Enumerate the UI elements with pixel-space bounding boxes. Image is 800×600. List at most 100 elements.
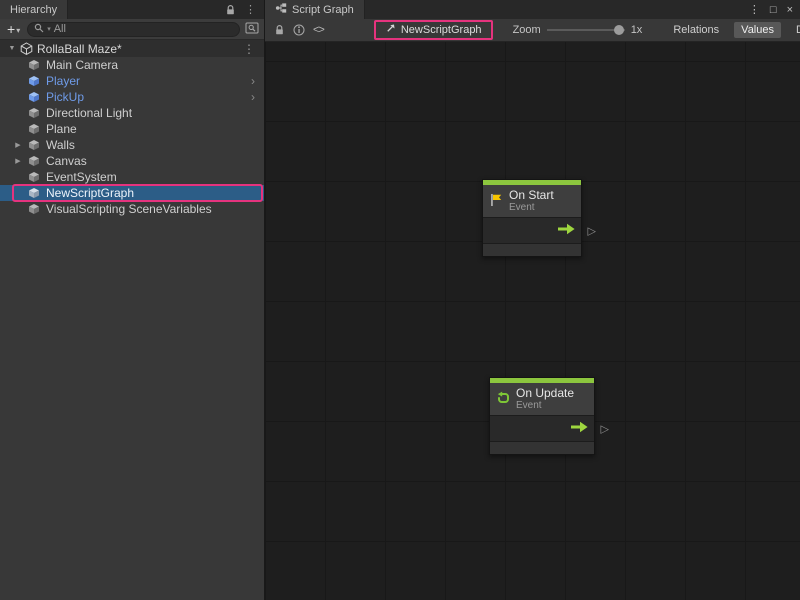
item-label: Player (46, 74, 80, 88)
node-header: On Update Event (490, 383, 594, 416)
node-title: On Update (516, 387, 574, 400)
item-label: Plane (46, 122, 77, 136)
port-triangle-icon[interactable]: ▷ (588, 224, 596, 237)
scene-name: RollaBall Maze* (37, 42, 122, 56)
item-label: EventSystem (46, 170, 117, 184)
hierarchy-item-newscriptgraph[interactable]: NewScriptGraph (0, 185, 264, 201)
gameobject-icon (28, 59, 41, 72)
code-icon[interactable]: <> (313, 24, 324, 36)
zoom-label: Zoom (513, 24, 541, 36)
hierarchy-item-main-camera[interactable]: Main Camera (0, 57, 264, 73)
chevron-right-icon[interactable]: › (251, 92, 255, 102)
item-label: VisualScripting SceneVariables (46, 202, 212, 216)
tab-hierarchy-label: Hierarchy (10, 4, 57, 16)
hierarchy-item-directional-light[interactable]: Directional Light (0, 105, 264, 121)
kebab-menu-icon[interactable]: ⋮ (245, 3, 256, 16)
node-footer (490, 442, 594, 454)
gameobject-icon (28, 139, 41, 152)
hierarchy-item-player[interactable]: Player › (0, 73, 264, 89)
hierarchy-search-input[interactable]: ▾ All (27, 22, 240, 37)
lock-icon[interactable] (274, 24, 285, 36)
window-controls: ⋮ □ × (749, 0, 800, 19)
gameobject-icon (28, 187, 41, 200)
scene-header-row[interactable]: ▼ RollaBall Maze* ⋮ (0, 40, 264, 57)
plus-icon: + (7, 22, 15, 36)
zoom-slider[interactable] (547, 29, 625, 31)
hierarchy-item-walls[interactable]: ▶ Walls (0, 137, 264, 153)
node-on-start[interactable]: On Start Event ▷ (482, 179, 582, 257)
update-loop-icon (496, 391, 510, 408)
gameobject-icon (28, 155, 41, 168)
values-button[interactable]: Values (734, 22, 781, 38)
gameobject-icon (28, 171, 41, 184)
item-label: PickUp (46, 90, 84, 104)
flag-icon (489, 193, 503, 210)
item-label: Main Camera (46, 58, 118, 72)
search-icon (34, 23, 44, 36)
item-label: Directional Light (46, 106, 132, 120)
tab-hierarchy[interactable]: Hierarchy (0, 0, 68, 19)
node-header: On Start Event (483, 185, 581, 218)
hierarchy-tree: Main Camera Player › PickUp › Directiona… (0, 57, 264, 600)
graph-asset-icon (385, 23, 396, 37)
hierarchy-tabbar: Hierarchy ⋮ (0, 0, 264, 19)
zoom-slider-thumb[interactable] (614, 25, 624, 35)
search-filter-caret-icon: ▾ (47, 25, 51, 33)
script-graph-tabbar: Script Graph ⋮ □ × (265, 0, 800, 19)
hierarchy-item-eventsystem[interactable]: EventSystem (0, 169, 264, 185)
prefab-icon (28, 75, 41, 88)
search-window-icon[interactable] (245, 22, 259, 37)
relations-button[interactable]: Relations (666, 22, 726, 38)
graph-canvas[interactable]: On Start Event ▷ (265, 42, 800, 600)
item-label: Walls (46, 138, 75, 152)
hierarchy-item-plane[interactable]: Plane (0, 121, 264, 137)
info-icon[interactable] (293, 24, 305, 36)
gameobject-icon (28, 107, 41, 120)
node-title: On Start (509, 189, 554, 202)
close-icon[interactable]: × (787, 4, 793, 16)
node-footer (483, 244, 581, 256)
gameobject-icon (28, 203, 41, 216)
hierarchy-toolbar: + ▾ ▾ All (0, 19, 264, 40)
hierarchy-item-pickup[interactable]: PickUp › (0, 89, 264, 105)
fold-closed-icon[interactable]: ▶ (14, 157, 22, 165)
hierarchy-item-visualscripting-scenevariables[interactable]: VisualScripting SceneVariables (0, 201, 264, 217)
item-label: Canvas (46, 154, 87, 168)
item-label: NewScriptGraph (46, 186, 134, 200)
zoom-control: Zoom 1x (513, 24, 643, 36)
hierarchy-item-canvas[interactable]: ▶ Canvas (0, 153, 264, 169)
flow-arrow-icon[interactable] (570, 421, 589, 436)
hierarchy-panel: Hierarchy ⋮ + ▾ ▾ All (0, 0, 265, 600)
fold-open-icon[interactable]: ▼ (8, 45, 16, 52)
node-on-update[interactable]: On Update Event ▷ (489, 377, 595, 455)
scene-kebab-icon[interactable]: ⋮ (243, 42, 255, 56)
script-graph-panel: Script Graph ⋮ □ × <> NewScriptGraph (265, 0, 800, 600)
tab-script-graph-label: Script Graph (292, 4, 354, 16)
node-output-port-row[interactable]: ▷ (483, 218, 581, 244)
zoom-value: 1x (631, 24, 643, 36)
chevron-right-icon[interactable]: › (251, 76, 255, 86)
search-value: All (54, 23, 66, 35)
unity-scene-icon (20, 42, 33, 55)
kebab-menu-icon[interactable]: ⋮ (749, 3, 760, 16)
dim-button[interactable]: Di (789, 22, 800, 38)
fold-closed-icon[interactable]: ▶ (14, 141, 22, 149)
node-output-port-row[interactable]: ▷ (490, 416, 594, 442)
node-subtitle: Event (509, 202, 554, 213)
graph-toolbar: <> NewScriptGraph Zoom 1x Relations Valu… (265, 19, 800, 42)
script-graph-icon (275, 2, 287, 17)
graph-name-box[interactable]: NewScriptGraph (374, 20, 493, 40)
gameobject-icon (28, 123, 41, 136)
tab-script-graph[interactable]: Script Graph (265, 0, 365, 19)
prefab-icon (28, 91, 41, 104)
node-subtitle: Event (516, 400, 574, 411)
caret-down-icon: ▾ (16, 25, 20, 36)
graph-name-label: NewScriptGraph (401, 24, 482, 36)
flow-arrow-icon[interactable] (557, 223, 576, 238)
port-triangle-icon[interactable]: ▷ (601, 422, 609, 435)
add-object-button[interactable]: + ▾ (5, 22, 22, 36)
hierarchy-tab-icons: ⋮ (225, 0, 264, 19)
lock-icon[interactable] (225, 4, 236, 16)
maximize-icon[interactable]: □ (770, 4, 777, 16)
unity-editor: Hierarchy ⋮ + ▾ ▾ All (0, 0, 800, 600)
